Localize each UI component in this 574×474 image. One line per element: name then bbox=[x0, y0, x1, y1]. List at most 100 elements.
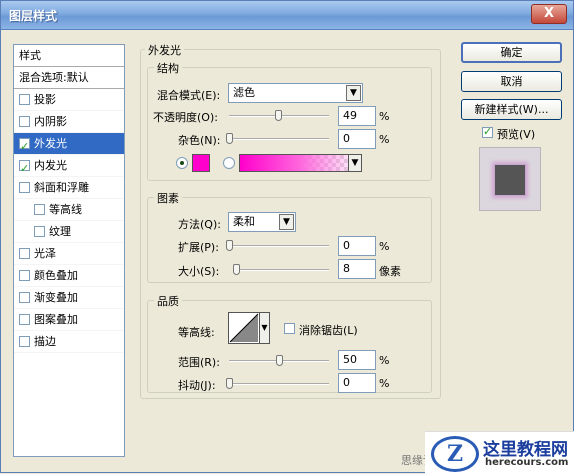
contour-picker[interactable]: ▼ bbox=[228, 312, 270, 344]
chevron-down-icon: ▼ bbox=[346, 85, 361, 101]
range-slider[interactable] bbox=[229, 355, 329, 366]
gradient-radio[interactable] bbox=[223, 157, 235, 169]
structure-title: 结构 bbox=[154, 60, 182, 76]
style-item[interactable]: 纹理 bbox=[14, 221, 124, 243]
elements-title: 图素 bbox=[154, 190, 182, 206]
style-item-label: 外发光 bbox=[34, 137, 67, 150]
jitter-label: 抖动(J): bbox=[178, 379, 216, 392]
style-item[interactable]: 光泽 bbox=[14, 243, 124, 265]
size-input[interactable]: 8 bbox=[338, 259, 376, 279]
style-item[interactable]: 描边 bbox=[14, 331, 124, 353]
size-slider-track bbox=[233, 269, 329, 271]
watermark-url: herecours.com bbox=[485, 457, 569, 468]
style-item-label: 内发光 bbox=[34, 159, 67, 172]
opacity-unit: % bbox=[379, 110, 390, 123]
antialias-label[interactable]: 消除锯齿(L) bbox=[299, 322, 358, 338]
spread-slider-track bbox=[229, 245, 329, 247]
jitter-input[interactable]: 0 bbox=[338, 373, 376, 393]
close-button[interactable]: X bbox=[531, 4, 567, 24]
glow-color-swatch[interactable] bbox=[192, 154, 210, 172]
preview-checkbox[interactable] bbox=[482, 125, 493, 138]
style-item[interactable]: 外发光 bbox=[14, 133, 124, 158]
noise-slider-track bbox=[229, 138, 329, 140]
style-item-label: 描边 bbox=[34, 335, 56, 348]
chevron-down-icon: ▼ bbox=[259, 313, 269, 343]
range-unit: % bbox=[379, 354, 390, 367]
spread-slider-thumb[interactable] bbox=[226, 240, 233, 251]
style-list: 样式 混合选项:默认 投影内阴影外发光内发光斜面和浮雕等高线纹理光泽颜色叠加渐变… bbox=[13, 44, 125, 457]
noise-input[interactable]: 0 bbox=[338, 129, 376, 149]
style-item-checkbox[interactable] bbox=[19, 94, 30, 105]
contour-label: 等高线: bbox=[178, 326, 215, 339]
style-item[interactable]: 投影 bbox=[14, 89, 124, 111]
style-item-checkbox[interactable] bbox=[19, 292, 30, 303]
spread-unit: % bbox=[379, 240, 390, 253]
antialias-checkbox[interactable] bbox=[284, 323, 295, 334]
style-item[interactable]: 内发光 bbox=[14, 155, 124, 180]
style-item-label: 图案叠加 bbox=[34, 313, 78, 326]
blend-mode-select[interactable]: 滤色 ▼ bbox=[228, 83, 363, 103]
style-item-checkbox[interactable] bbox=[34, 204, 45, 215]
method-select[interactable]: 柔和 ▼ bbox=[228, 212, 296, 232]
style-item-label: 颜色叠加 bbox=[34, 269, 78, 282]
style-preview bbox=[479, 147, 541, 211]
blend-mode-value: 滤色 bbox=[233, 86, 255, 99]
style-item[interactable]: 图案叠加 bbox=[14, 309, 124, 331]
spread-slider[interactable] bbox=[226, 240, 329, 251]
opacity-slider[interactable] bbox=[229, 110, 329, 121]
blend-options-item[interactable]: 混合选项:默认 bbox=[14, 67, 124, 89]
size-slider-thumb[interactable] bbox=[232, 264, 240, 275]
jitter-slider[interactable] bbox=[226, 378, 329, 389]
style-item-checkbox[interactable] bbox=[19, 136, 30, 158]
jitter-slider-track bbox=[229, 383, 329, 385]
preview-thumbnail bbox=[494, 164, 526, 196]
window-title: 图层样式 bbox=[9, 9, 58, 23]
gradient-dropdown[interactable]: ▼ bbox=[348, 154, 362, 172]
method-value: 柔和 bbox=[233, 215, 255, 228]
noise-slider-thumb[interactable] bbox=[226, 133, 233, 144]
preview-label[interactable]: 预览(V) bbox=[497, 126, 535, 142]
noise-unit: % bbox=[379, 133, 390, 146]
style-item[interactable]: 内阴影 bbox=[14, 111, 124, 133]
style-item-label: 内阴影 bbox=[34, 115, 67, 128]
style-list-header[interactable]: 样式 bbox=[14, 45, 124, 67]
ok-button[interactable]: 确定 bbox=[461, 42, 562, 63]
opacity-input[interactable]: 49 bbox=[338, 106, 376, 126]
range-label: 范围(R): bbox=[178, 356, 220, 369]
style-item[interactable]: 颜色叠加 bbox=[14, 265, 124, 287]
range-slider-thumb[interactable] bbox=[276, 355, 283, 366]
layer-style-dialog: 图层样式 X 样式 混合选项:默认 投影内阴影外发光内发光斜面和浮雕等高线纹理光… bbox=[0, 0, 574, 474]
new-style-button[interactable]: 新建样式(W)... bbox=[461, 99, 562, 120]
solid-color-radio[interactable] bbox=[176, 157, 188, 169]
style-item-checkbox[interactable] bbox=[19, 158, 30, 180]
spread-input[interactable]: 0 bbox=[338, 236, 376, 256]
size-label: 大小(S): bbox=[178, 265, 220, 278]
title-bar[interactable]: 图层样式 X bbox=[1, 1, 573, 30]
opacity-slider-thumb[interactable] bbox=[275, 110, 282, 121]
style-item-label: 投影 bbox=[34, 93, 56, 106]
watermark: Z 这里教程网 herecours.com bbox=[425, 431, 574, 474]
outer-glow-title: 外发光 bbox=[145, 42, 184, 58]
style-item-checkbox[interactable] bbox=[19, 182, 30, 193]
style-item-checkbox[interactable] bbox=[19, 270, 30, 281]
noise-label: 杂色(N): bbox=[178, 134, 221, 147]
jitter-slider-thumb[interactable] bbox=[226, 378, 233, 389]
style-item-label: 光泽 bbox=[34, 247, 56, 260]
size-slider[interactable] bbox=[232, 264, 329, 275]
jitter-unit: % bbox=[379, 377, 390, 390]
cancel-button[interactable]: 取消 bbox=[461, 71, 562, 92]
style-item-checkbox[interactable] bbox=[34, 226, 45, 237]
style-item-checkbox[interactable] bbox=[19, 116, 30, 127]
style-items: 投影内阴影外发光内发光斜面和浮雕等高线纹理光泽颜色叠加渐变叠加图案叠加描边 bbox=[14, 89, 124, 353]
range-input[interactable]: 50 bbox=[338, 350, 376, 370]
glow-gradient-swatch[interactable] bbox=[239, 154, 349, 172]
style-item-checkbox[interactable] bbox=[19, 248, 30, 259]
style-item[interactable]: 等高线 bbox=[14, 199, 124, 221]
noise-slider[interactable] bbox=[226, 133, 329, 144]
style-item[interactable]: 斜面和浮雕 bbox=[14, 177, 124, 199]
spread-label: 扩展(P): bbox=[178, 241, 219, 254]
watermark-logo-icon: Z bbox=[431, 436, 479, 472]
style-item[interactable]: 渐变叠加 bbox=[14, 287, 124, 309]
style-item-checkbox[interactable] bbox=[19, 336, 30, 347]
style-item-checkbox[interactable] bbox=[19, 314, 30, 325]
